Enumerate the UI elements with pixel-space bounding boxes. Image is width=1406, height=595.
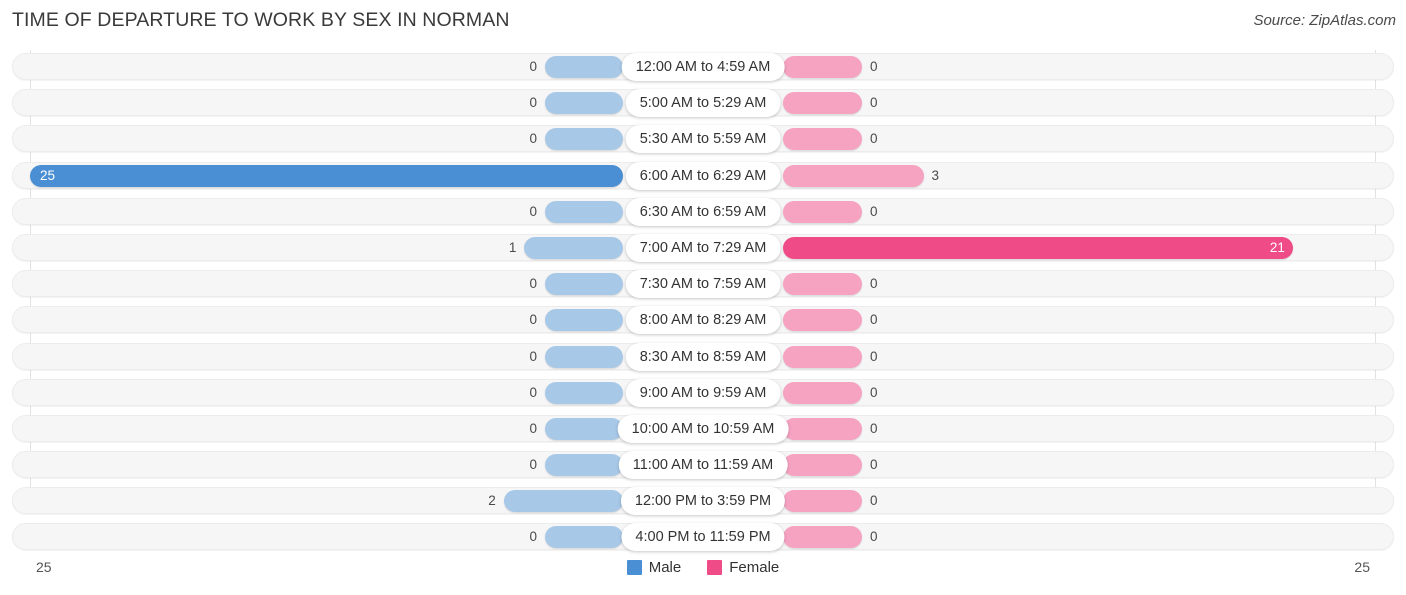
value-label-female: 0 [870, 348, 878, 364]
value-label-male: 0 [529, 276, 537, 292]
bar-male[interactable] [545, 273, 623, 296]
category-label: 6:30 AM to 6:59 AM [625, 197, 781, 226]
bar-female[interactable] [783, 273, 862, 296]
chart-plot-area: 0 0 12:00 AM to 4:59 AM 0 0 5:00 AM to 5:29 A… [0, 44, 1406, 552]
bar-female[interactable] [783, 454, 862, 477]
chart-rows: 0 0 12:00 AM to 4:59 AM 0 0 5:00 AM to 5:29 A… [0, 50, 1406, 557]
chart-row[interactable]: 0 0 12:00 AM to 4:59 AM [0, 50, 1406, 86]
page-title: TIME OF DEPARTURE TO WORK BY SEX IN NORM… [12, 9, 510, 31]
category-label: 12:00 PM to 3:59 PM [620, 487, 786, 516]
value-label-female: 0 [870, 95, 878, 111]
category-label: 5:00 AM to 5:29 AM [625, 89, 781, 118]
chart-row[interactable]: 0 0 9:00 AM to 9:59 AM [0, 376, 1406, 412]
chart-footer: 25 25 Male Female [0, 552, 1406, 595]
value-label-female: 0 [870, 493, 878, 509]
legend-swatch-male-icon [626, 560, 642, 575]
chart-row[interactable]: 1 21 7:00 AM to 7:29 AM [0, 231, 1406, 267]
category-label: 5:30 AM to 5:59 AM [625, 125, 781, 154]
bar-male[interactable] [545, 128, 623, 151]
bar-female[interactable] [783, 381, 862, 404]
value-label-male: 0 [529, 59, 537, 74]
chart-row[interactable]: 0 0 11:00 AM to 11:59 AM [0, 448, 1406, 484]
bar-female[interactable] [783, 56, 862, 78]
value-label-male: 0 [529, 348, 537, 364]
category-label: 6:00 AM to 6:29 AM [625, 161, 781, 190]
value-label-female: 0 [870, 312, 878, 328]
bar-male[interactable] [30, 164, 623, 187]
value-label-female: 21 [1269, 239, 1285, 255]
bar-female[interactable] [783, 309, 862, 332]
value-label-male: 0 [529, 312, 537, 328]
chart-row[interactable]: 0 0 5:00 AM to 5:29 AM [0, 86, 1406, 122]
legend-label-female: Female [729, 559, 780, 576]
bar-male[interactable] [545, 454, 623, 477]
value-label-female: 0 [870, 131, 878, 147]
bar-male[interactable] [503, 490, 623, 513]
bar-female[interactable] [783, 526, 862, 549]
chart-row[interactable]: 0 0 8:30 AM to 8:59 AM [0, 340, 1406, 376]
bar-female[interactable] [783, 236, 1293, 259]
value-label-male: 25 [40, 167, 56, 183]
bar-male[interactable] [545, 309, 623, 332]
bar-female[interactable] [783, 164, 924, 187]
bar-male[interactable] [545, 526, 623, 549]
bar-female[interactable] [783, 345, 862, 368]
legend-swatch-female-icon [707, 560, 723, 575]
value-label-male: 0 [529, 529, 537, 545]
chart-row[interactable]: 0 0 6:30 AM to 6:59 AM [0, 195, 1406, 231]
value-label-female: 0 [870, 384, 878, 400]
chart-header: TIME OF DEPARTURE TO WORK BY SEX IN NORM… [0, 0, 1406, 44]
chart-legend: Male Female [0, 559, 1406, 576]
value-label-female: 0 [870, 457, 878, 473]
category-label: 7:00 AM to 7:29 AM [625, 233, 781, 262]
category-label: 10:00 AM to 10:59 AM [617, 414, 789, 443]
value-label-male: 0 [529, 457, 537, 473]
value-label-male: 2 [488, 493, 496, 509]
chart-row[interactable]: 0 0 8:00 AM to 8:29 AM [0, 303, 1406, 339]
value-label-female: 0 [870, 203, 878, 219]
category-label: 9:00 AM to 9:59 AM [625, 378, 781, 407]
bar-female[interactable] [783, 200, 862, 223]
chart-row[interactable]: 2 0 12:00 PM to 3:59 PM [0, 484, 1406, 520]
value-label-male: 0 [529, 203, 537, 219]
legend-item-male[interactable]: Male [626, 559, 682, 576]
bar-female[interactable] [783, 490, 862, 513]
legend-item-female[interactable]: Female [707, 559, 779, 576]
chart-row[interactable]: 0 0 10:00 AM to 10:59 AM [0, 412, 1406, 448]
bar-male[interactable] [545, 345, 623, 368]
value-label-male: 1 [508, 239, 517, 255]
chart-row[interactable]: 25 3 6:00 AM to 6:29 AM [0, 159, 1406, 195]
bar-male[interactable] [545, 381, 623, 404]
bar-male[interactable] [545, 56, 623, 78]
category-label: 12:00 AM to 4:59 AM [621, 53, 785, 81]
bar-male[interactable] [524, 236, 623, 259]
chart-row[interactable]: 0 0 5:30 AM to 5:59 AM [0, 122, 1406, 158]
bar-female[interactable] [783, 128, 862, 151]
source-attribution: Source: ZipAtlas.com [1253, 12, 1396, 29]
value-label-female: 0 [870, 529, 878, 545]
category-label: 11:00 AM to 11:59 AM [618, 451, 788, 480]
value-label-female: 3 [931, 167, 940, 183]
category-label: 8:30 AM to 8:59 AM [625, 342, 781, 371]
chart-row[interactable]: 0 0 7:30 AM to 7:59 AM [0, 267, 1406, 303]
bar-female[interactable] [783, 92, 862, 115]
bar-female[interactable] [783, 417, 862, 440]
value-label-female: 0 [870, 59, 878, 74]
value-label-male: 0 [529, 131, 537, 147]
value-label-male: 0 [529, 384, 537, 400]
category-label: 8:00 AM to 8:29 AM [625, 306, 781, 335]
bar-male[interactable] [545, 417, 623, 440]
legend-label-male: Male [648, 559, 682, 576]
value-label-female: 0 [870, 276, 878, 292]
category-label: 7:30 AM to 7:59 AM [625, 270, 781, 299]
value-label-male: 0 [529, 95, 537, 111]
bar-male[interactable] [545, 92, 623, 115]
value-label-female: 0 [870, 420, 878, 436]
category-label: 4:00 PM to 11:59 PM [621, 523, 785, 552]
value-label-male: 0 [529, 420, 537, 436]
bar-male[interactable] [545, 200, 623, 223]
